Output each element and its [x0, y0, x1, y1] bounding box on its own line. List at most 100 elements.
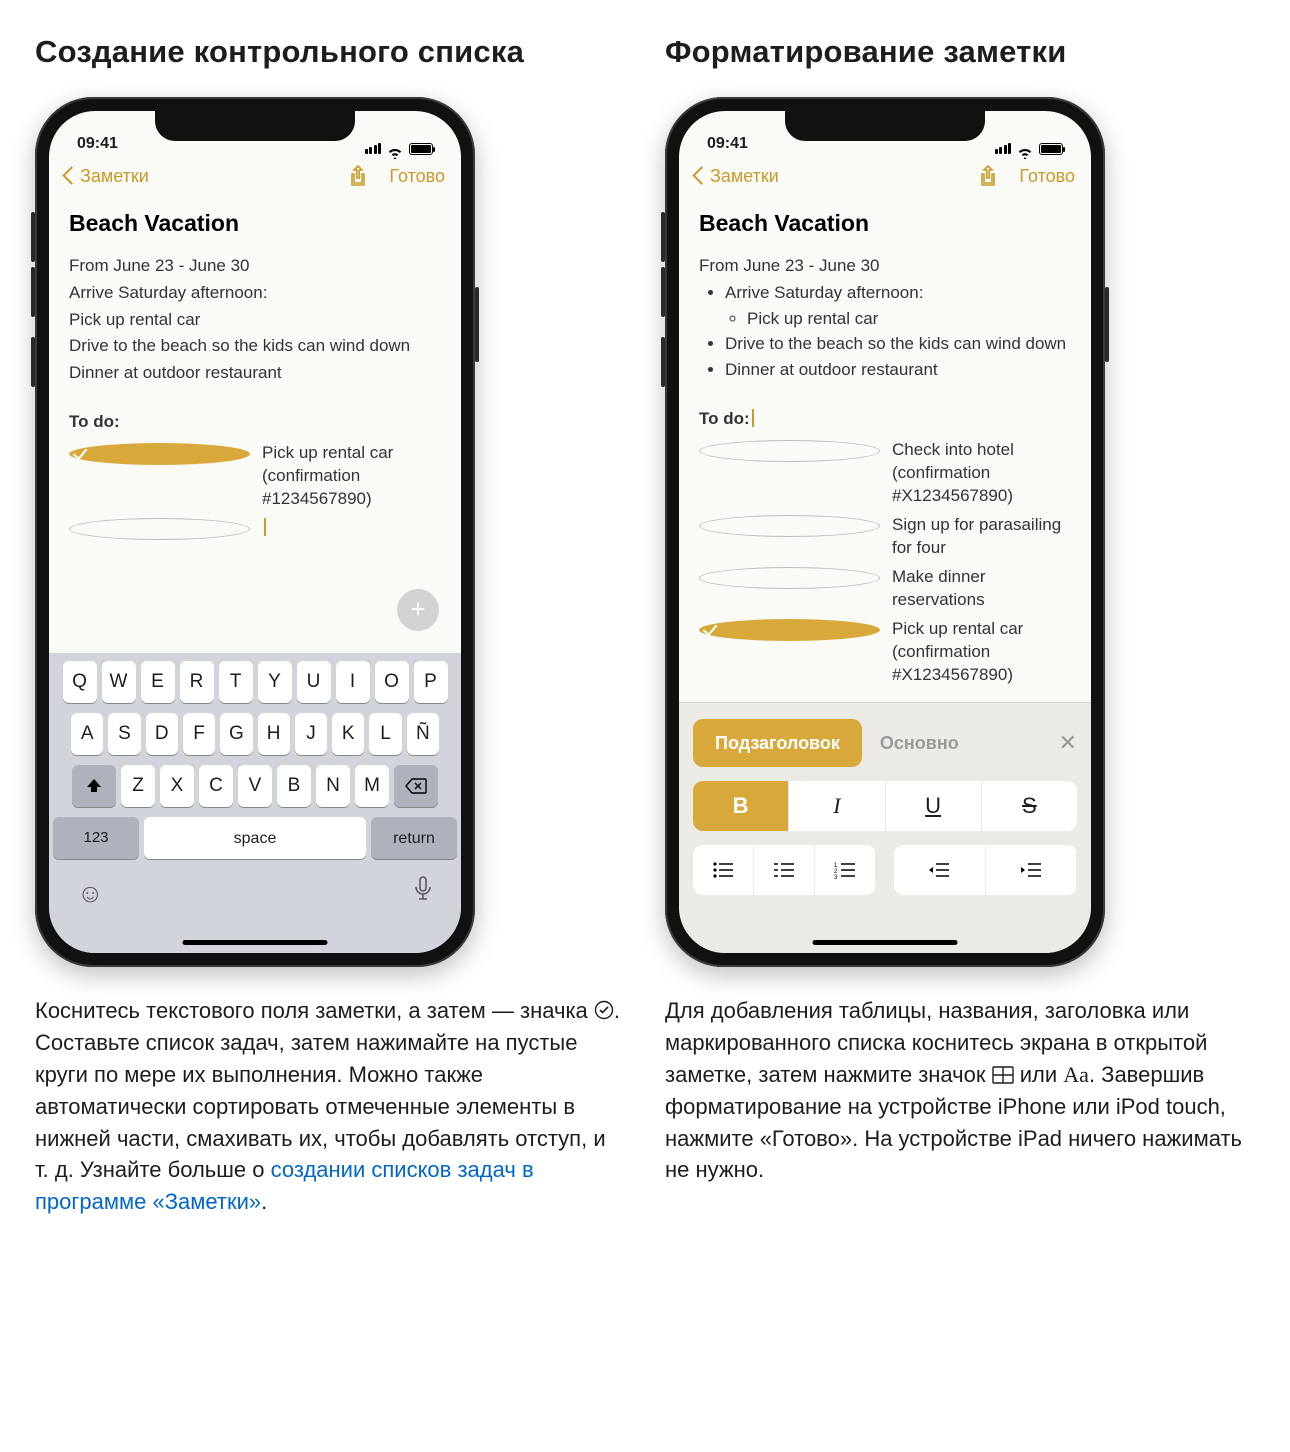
checkbox-empty-icon[interactable] — [69, 518, 250, 540]
table-inline-icon — [992, 1066, 1014, 1084]
key-p[interactable]: P — [414, 661, 448, 703]
key-q[interactable]: Q — [63, 661, 97, 703]
note-title: Beach Vacation — [69, 207, 441, 240]
key-enye[interactable]: Ñ — [407, 713, 439, 755]
key-c[interactable]: C — [199, 765, 233, 807]
list-item: Arrive Saturday afternoon: Pick up renta… — [725, 281, 1071, 331]
style-subheading-chip[interactable]: Подзаголовок — [693, 719, 862, 767]
share-icon[interactable] — [979, 165, 997, 187]
checklist-item-empty[interactable] — [69, 517, 441, 540]
key-l[interactable]: L — [369, 713, 401, 755]
emoji-icon[interactable]: ☺ — [77, 875, 104, 913]
checkbox-empty-icon[interactable] — [699, 515, 880, 537]
key-w[interactable]: W — [102, 661, 136, 703]
key-o[interactable]: O — [375, 661, 409, 703]
home-indicator — [183, 940, 328, 945]
style-body-chip[interactable]: Основно — [876, 719, 963, 767]
wifi-icon — [1017, 143, 1033, 155]
key-b[interactable]: B — [277, 765, 311, 807]
dash-list-icon — [773, 861, 795, 879]
key-e[interactable]: E — [141, 661, 175, 703]
checklist-item[interactable]: Pick up rental car (confirmation #123456… — [69, 442, 441, 511]
key-r[interactable]: R — [180, 661, 214, 703]
key-123[interactable]: 123 — [53, 817, 139, 859]
checklist-item[interactable]: Pick up rental car (confirmation #X12345… — [699, 618, 1071, 687]
done-button[interactable]: Готово — [1019, 163, 1075, 189]
note-line: Pick up rental car — [69, 308, 441, 333]
bold-button[interactable]: B — [693, 781, 789, 831]
share-icon[interactable] — [349, 165, 367, 187]
key-shift[interactable] — [72, 765, 116, 807]
key-a[interactable]: A — [71, 713, 103, 755]
keyboard: Q W E R T Y U I O P A S D — [49, 653, 461, 953]
key-g[interactable]: G — [220, 713, 252, 755]
key-j[interactable]: J — [295, 713, 327, 755]
home-indicator — [813, 940, 958, 945]
key-space[interactable]: space — [144, 817, 366, 859]
key-t[interactable]: T — [219, 661, 253, 703]
add-fab[interactable]: + — [397, 589, 439, 631]
dash-list-button[interactable] — [754, 845, 815, 895]
plus-icon: + — [410, 591, 425, 629]
key-i[interactable]: I — [336, 661, 370, 703]
checkbox-empty-icon[interactable] — [699, 567, 880, 589]
note-title: Beach Vacation — [699, 207, 1071, 240]
key-h[interactable]: H — [258, 713, 290, 755]
key-z[interactable]: Z — [121, 765, 155, 807]
note-editor[interactable]: Beach Vacation From June 23 - June 30 Ar… — [679, 197, 1091, 702]
todo-heading: To do: — [69, 410, 441, 435]
indent-button[interactable] — [986, 845, 1078, 895]
notch — [785, 111, 985, 141]
note-line: From June 23 - June 30 — [69, 254, 441, 279]
key-s[interactable]: S — [108, 713, 140, 755]
back-button[interactable]: Заметки — [695, 163, 779, 189]
key-x[interactable]: X — [160, 765, 194, 807]
list-item: Drive to the beach so the kids can wind … — [725, 332, 1071, 357]
key-backspace[interactable] — [394, 765, 438, 807]
key-m[interactable]: M — [355, 765, 389, 807]
close-format-button[interactable]: ✕ — [1059, 727, 1077, 759]
checkbox-empty-icon[interactable] — [699, 440, 880, 462]
numbered-list-button[interactable]: 123 — [815, 845, 876, 895]
checklist-item[interactable]: Sign up for parasailing for four — [699, 514, 1071, 560]
list-item: Dinner at outdoor restaurant — [725, 358, 1071, 383]
key-f[interactable]: F — [183, 713, 215, 755]
outdent-button[interactable] — [894, 845, 986, 895]
text-cursor — [752, 409, 754, 427]
done-button[interactable]: Готово — [389, 163, 445, 189]
key-u[interactable]: U — [297, 661, 331, 703]
key-k[interactable]: K — [332, 713, 364, 755]
key-d[interactable]: D — [146, 713, 178, 755]
checklist-item[interactable]: Make dinner reservations — [699, 566, 1071, 612]
note-line: Arrive Saturday afternoon: — [69, 281, 441, 306]
back-button[interactable]: Заметки — [65, 163, 149, 189]
back-label: Заметки — [80, 163, 149, 189]
left-heading: Создание контрольного списка — [35, 30, 625, 75]
key-y[interactable]: Y — [258, 661, 292, 703]
note-line: Dinner at outdoor restaurant — [69, 361, 441, 386]
chevron-left-icon — [692, 167, 710, 185]
key-return[interactable]: return — [371, 817, 457, 859]
note-line: From June 23 - June 30 — [699, 254, 1071, 279]
checklist-item[interactable]: Check into hotel (confirmation #X1234567… — [699, 439, 1071, 508]
checkbox-checked-icon[interactable] — [69, 443, 250, 465]
checklist-text: Check into hotel (confirmation #X1234567… — [892, 439, 1071, 508]
right-caption: Для добавления таблицы, названия, заголо… — [665, 995, 1255, 1186]
key-v[interactable]: V — [238, 765, 272, 807]
note-line: Drive to the beach so the kids can wind … — [69, 334, 441, 359]
text-cursor — [264, 518, 266, 536]
bullet-list-button[interactable] — [693, 845, 754, 895]
mic-icon[interactable] — [413, 875, 433, 913]
note-editor[interactable]: Beach Vacation From June 23 - June 30 Ar… — [49, 197, 461, 653]
strike-button[interactable]: S — [982, 781, 1077, 831]
italic-button[interactable]: I — [789, 781, 885, 831]
key-n[interactable]: N — [316, 765, 350, 807]
nav-bar: Заметки Готово — [679, 157, 1091, 197]
checklist-text: Make dinner reservations — [892, 566, 1071, 612]
underline-button[interactable]: U — [886, 781, 982, 831]
checkbox-checked-icon[interactable] — [699, 619, 880, 641]
numbered-list-icon: 123 — [834, 861, 856, 879]
bullet-list-icon — [712, 861, 734, 879]
checklist-text: Pick up rental car (confirmation #X12345… — [892, 618, 1071, 687]
outdent-icon — [928, 861, 950, 879]
